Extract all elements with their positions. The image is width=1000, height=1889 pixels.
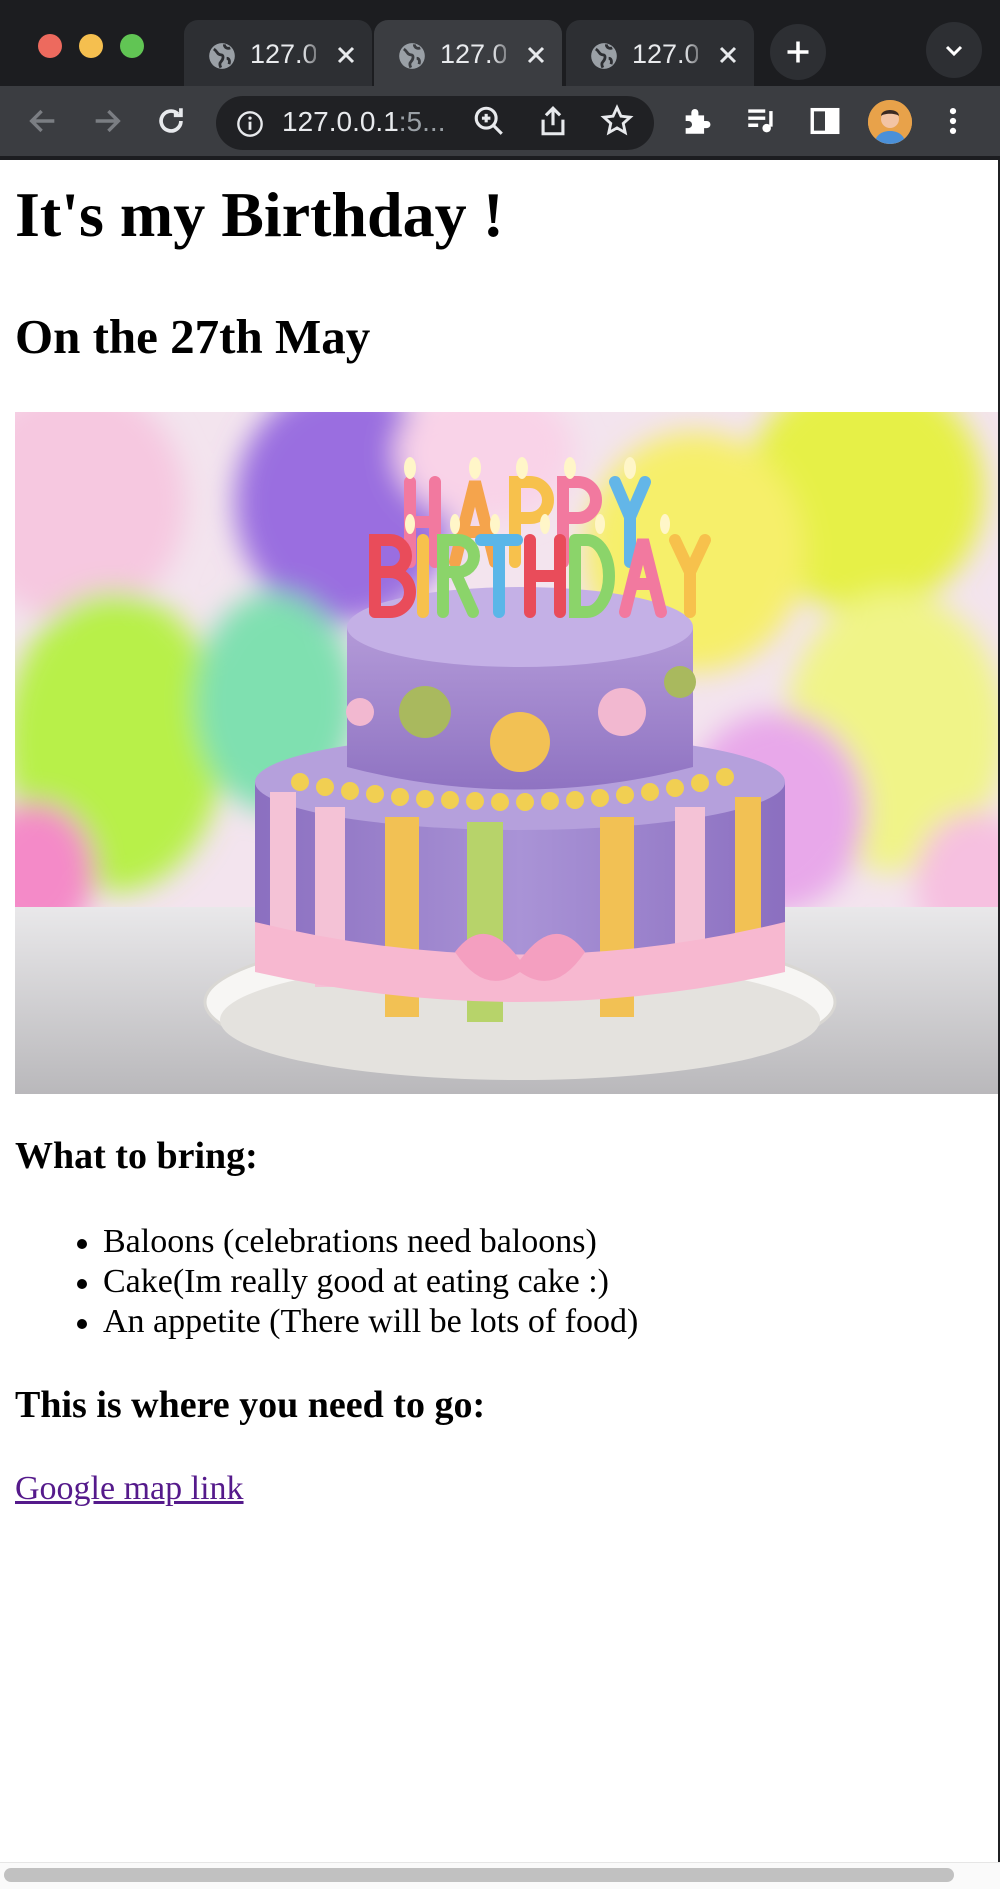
media-queue-icon[interactable] (744, 104, 778, 138)
reload-icon[interactable] (154, 104, 188, 138)
birthday-cake-image (15, 412, 1000, 1094)
party-date: On the 27th May (15, 309, 371, 364)
google-map-link[interactable]: Google map link (15, 1470, 244, 1508)
arrow-right-icon[interactable] (90, 104, 124, 138)
star-icon[interactable] (600, 104, 634, 138)
profile-avatar[interactable] (868, 100, 912, 144)
scrollbar-thumb[interactable] (4, 1868, 954, 1882)
browser-tab-1[interactable]: 127.0.0.1:5500/index.html (184, 20, 372, 86)
list-item: An appetite (There will be lots of food) (15, 1302, 638, 1342)
url-rest: :5... (398, 106, 446, 137)
arrow-left-icon[interactable] (26, 104, 60, 138)
list-item: Baloons (celebrations need baloons) (15, 1222, 638, 1262)
toolbar-divider (0, 156, 1000, 160)
address-url[interactable]: 127.0.0.1:5... (282, 106, 445, 138)
zoom-icon[interactable] (472, 104, 506, 138)
new-tab-button[interactable] (770, 24, 826, 80)
where-heading: This is where you need to go: (15, 1384, 486, 1426)
tab-search-button[interactable] (926, 22, 982, 78)
kebab-menu-icon[interactable] (936, 104, 970, 138)
minimize-window-button[interactable] (79, 34, 103, 58)
list-item: Cake(Im really good at eating cake :) (15, 1262, 638, 1302)
plus-icon (787, 41, 809, 63)
cake-illustration (15, 412, 1000, 1094)
chevron-down-icon (945, 45, 963, 57)
share-icon[interactable] (536, 104, 570, 138)
tab-title-fade (492, 36, 516, 76)
tab-title-fade (684, 36, 708, 76)
globe-icon (209, 43, 235, 69)
side-panel-icon[interactable] (808, 104, 842, 138)
close-icon[interactable] (716, 43, 740, 67)
bring-heading: What to bring: (15, 1135, 258, 1177)
maximize-window-button[interactable] (120, 34, 144, 58)
close-window-button[interactable] (38, 34, 62, 58)
bring-list: Baloons (celebrations need baloons) Cake… (15, 1222, 638, 1342)
browser-tab-3[interactable]: 127.0.0.1:5500/index.html (566, 20, 754, 86)
globe-icon (591, 43, 617, 69)
url-host: 127.0.0.1 (282, 106, 399, 137)
page-title: It's my Birthday ! (15, 179, 504, 250)
cake-top-tier (346, 587, 696, 790)
browser-tab-2[interactable]: 127.0.0.1:5500/index.html (374, 20, 562, 86)
person-avatar-icon (868, 100, 912, 144)
close-icon[interactable] (334, 43, 358, 67)
info-icon[interactable] (236, 110, 264, 138)
close-icon[interactable] (524, 43, 548, 67)
puzzle-icon[interactable] (680, 104, 714, 138)
globe-icon (399, 43, 425, 69)
tab-title-fade (302, 36, 326, 76)
